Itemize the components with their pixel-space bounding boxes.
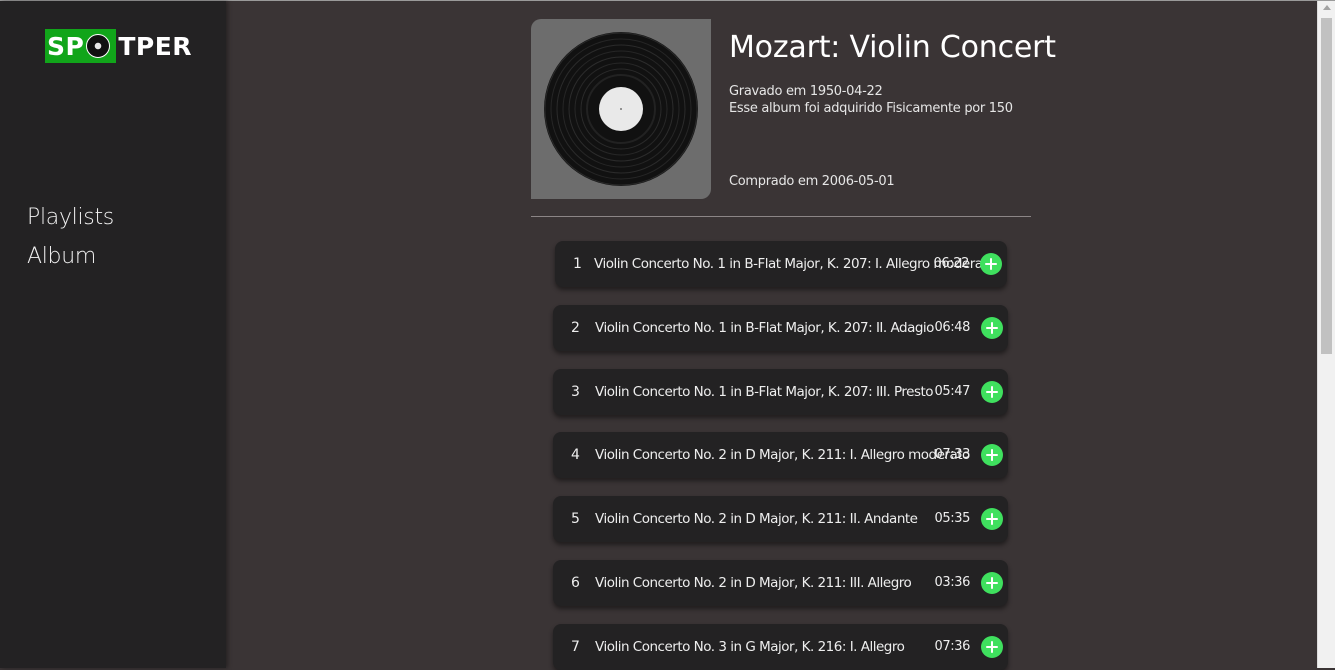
track-number: 6 — [571, 575, 580, 591]
track-title: Violin Concerto No. 3 in G Major, K. 216… — [595, 639, 905, 655]
track-row[interactable]: 5 Violin Concerto No. 2 in D Major, K. 21… — [553, 496, 1008, 542]
album-title: Mozart: Violin Concert — [729, 30, 1056, 65]
album-acquisition-info: Esse album foi adquirido Fisicamente por… — [729, 101, 1013, 116]
track-duration: 03:36 — [934, 575, 971, 590]
track-title: Violin Concerto No. 2 in D Major, K. 211… — [595, 575, 912, 591]
track-number: 3 — [571, 384, 580, 400]
track-duration: 07:36 — [934, 639, 971, 654]
logo-suffix: TPER — [118, 31, 193, 61]
track-number: 5 — [571, 511, 580, 527]
logo[interactable]: SP TPER — [45, 29, 192, 63]
nav-item-album[interactable]: Album — [27, 240, 114, 279]
plus-circle-icon[interactable] — [981, 508, 1003, 530]
album-purchase-date: Comprado em 2006-05-01 — [729, 174, 895, 189]
sidebar-nav: Playlists Album — [27, 201, 114, 279]
track-row[interactable]: 6 Violin Concerto No. 2 in D Major, K. 21… — [553, 560, 1008, 606]
scrollbar-thumb[interactable] — [1321, 18, 1332, 354]
logo-prefix: SP — [47, 31, 85, 61]
plus-circle-icon[interactable] — [981, 317, 1003, 339]
track-row[interactable]: 1 Violin Concerto No. 1 in B-Flat Major, … — [555, 241, 1007, 287]
track-number: 4 — [571, 447, 580, 463]
scroll-up-arrow-icon[interactable] — [1323, 5, 1331, 10]
track-number: 2 — [571, 320, 580, 336]
track-title: Violin Concerto No. 2 in D Major, K. 211… — [595, 511, 918, 527]
vinyl-record-icon — [544, 32, 698, 186]
track-title: Violin Concerto No. 2 in D Major, K. 211… — [595, 447, 970, 463]
nav-item-playlists[interactable]: Playlists — [27, 201, 114, 240]
album-cover — [531, 19, 711, 199]
plus-circle-icon[interactable] — [981, 444, 1003, 466]
track-duration: 07:33 — [934, 447, 971, 462]
scrollbar[interactable] — [1317, 1, 1335, 668]
logo-badge: SP — [45, 29, 117, 63]
track-duration: 06:22 — [933, 256, 970, 271]
plus-circle-icon[interactable] — [981, 572, 1003, 594]
track-title: Violin Concerto No. 1 in B-Flat Major, K… — [595, 320, 934, 336]
track-row[interactable]: 3 Violin Concerto No. 1 in B-Flat Major, … — [553, 369, 1008, 415]
track-row[interactable]: 7 Violin Concerto No. 3 in G Major, K. 21… — [553, 624, 1008, 670]
album-recorded-date: Gravado em 1950-04-22 — [729, 84, 883, 99]
track-duration: 05:35 — [934, 511, 971, 526]
plus-circle-icon[interactable] — [980, 253, 1002, 275]
vinyl-disc-icon — [86, 34, 111, 58]
track-title: Violin Concerto No. 1 in B-Flat Major, K… — [595, 384, 934, 400]
track-number: 7 — [571, 639, 580, 655]
header-divider — [531, 216, 1031, 217]
plus-circle-icon[interactable] — [981, 636, 1003, 658]
track-duration: 05:47 — [934, 384, 971, 399]
plus-circle-icon[interactable] — [981, 381, 1003, 403]
track-duration: 06:48 — [934, 320, 971, 335]
sidebar: SP TPER Playlists Album — [0, 1, 226, 668]
track-number: 1 — [573, 256, 582, 272]
track-row[interactable]: 2 Violin Concerto No. 1 in B-Flat Major, … — [553, 305, 1008, 351]
track-row[interactable]: 4 Violin Concerto No. 2 in D Major, K. 21… — [553, 432, 1008, 478]
